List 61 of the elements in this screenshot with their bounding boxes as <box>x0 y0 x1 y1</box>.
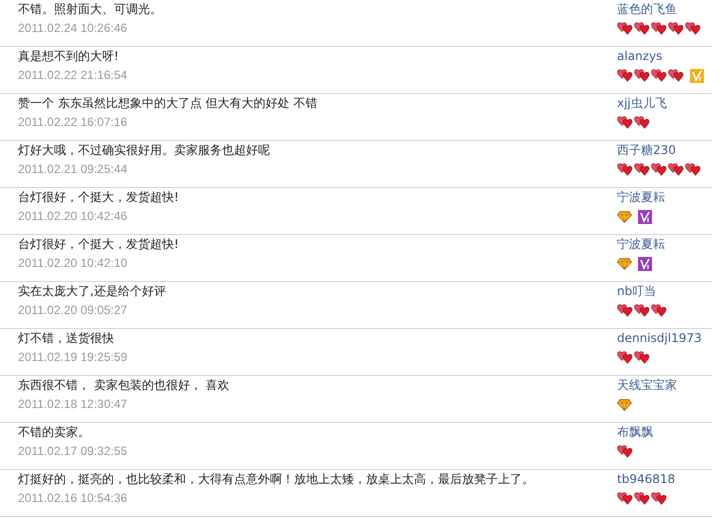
diamond-icon <box>617 398 632 410</box>
heart-icon <box>634 304 650 317</box>
review-date: 2011.02.22 16:07:16 <box>18 114 128 131</box>
heart-icon <box>617 351 633 364</box>
heart-icon <box>651 69 667 82</box>
username-link[interactable]: 天线宝宝家 <box>617 376 677 395</box>
heart-icon <box>685 22 701 35</box>
username-link[interactable]: 宁波夏耘 <box>617 188 665 207</box>
heart-icon <box>617 163 633 176</box>
review-date: 2011.02.18 12:30:47 <box>18 396 128 413</box>
heart-icon <box>668 69 684 82</box>
review-comment: 赞一个 东东虽然比想象中的大了点 但大有大的好处 不错 <box>18 95 318 112</box>
heart-icon <box>617 445 633 458</box>
heart-icon <box>685 163 701 176</box>
username-link[interactable]: 蓝色的飞鱼 <box>617 0 677 19</box>
heart-icon <box>634 69 650 82</box>
heart-icon <box>617 22 633 35</box>
diamond-icon <box>617 210 632 222</box>
review-date: 2011.02.20 10:42:46 <box>18 208 128 225</box>
review-date: 2011.02.17 09:32:55 <box>18 443 128 460</box>
heart-icon <box>668 163 684 176</box>
username-link[interactable]: 宁波夏耘 <box>617 235 665 254</box>
review-comment: 灯不错，送货很快 <box>18 330 115 347</box>
heart-icon <box>634 351 650 364</box>
review-date: 2011.02.20 09:05:27 <box>18 302 128 319</box>
review-date: 2011.02.21 09:25:44 <box>18 161 128 178</box>
heart-icon <box>634 116 650 129</box>
heart-icon <box>617 304 633 317</box>
username-link[interactable]: dennisdjl1973 <box>617 329 702 348</box>
review-date: 2011.02.16 10:54:36 <box>18 490 128 507</box>
review-date: 2011.02.24 10:26:46 <box>18 20 128 37</box>
username-link[interactable]: 布飘飘 <box>617 423 653 442</box>
review-comment: 不错的卖家。 <box>18 424 91 441</box>
heart-icon <box>651 492 667 505</box>
review-comment: 真是想不到的大呀! <box>18 48 120 65</box>
heart-icon <box>634 163 650 176</box>
username-link[interactable]: tb946818 <box>617 470 676 489</box>
review-comment: 东西很不错， 卖家包装的也很好， 喜欢 <box>18 377 231 394</box>
heart-icon <box>651 22 667 35</box>
review-date: 2011.02.19 19:25:59 <box>18 349 128 366</box>
heart-icon <box>634 492 650 505</box>
review-date: 2011.02.22 21:16:54 <box>18 67 128 84</box>
heart-icon <box>617 69 633 82</box>
username-link[interactable]: xjj虫儿飞 <box>617 94 667 113</box>
heart-icon <box>617 492 633 505</box>
heart-icon <box>634 22 650 35</box>
heart-icon <box>651 163 667 176</box>
username-link[interactable]: 西子糖230 <box>617 141 676 160</box>
review-comment: 不错。照射面大、可调光。 <box>18 1 163 18</box>
username-link[interactable]: nb叮当 <box>617 282 656 301</box>
review-comment: 台灯很好，个挺大，发货超快! <box>18 189 180 206</box>
review-comment: 灯好大哦，不过确实很好用。卖家服务也超好呢 <box>18 142 271 159</box>
review-comment: 灯挺好的，挺亮的，也比较柔和，大得有点意外啊！放地上太矮，放桌上太高，最后放凳子上了。 <box>18 471 535 488</box>
username-link[interactable]: alanzys <box>617 47 662 66</box>
heart-icon <box>668 22 684 35</box>
diamond-icon <box>617 258 632 270</box>
heart-icon <box>651 304 667 317</box>
review-comment: 实在太庞大了,还是给个好评 <box>18 283 167 300</box>
review-comment: 台灯很好，个挺大，发货超快! <box>18 236 180 253</box>
review-date: 2011.02.20 10:42:10 <box>18 255 128 272</box>
heart-icon <box>617 116 633 129</box>
